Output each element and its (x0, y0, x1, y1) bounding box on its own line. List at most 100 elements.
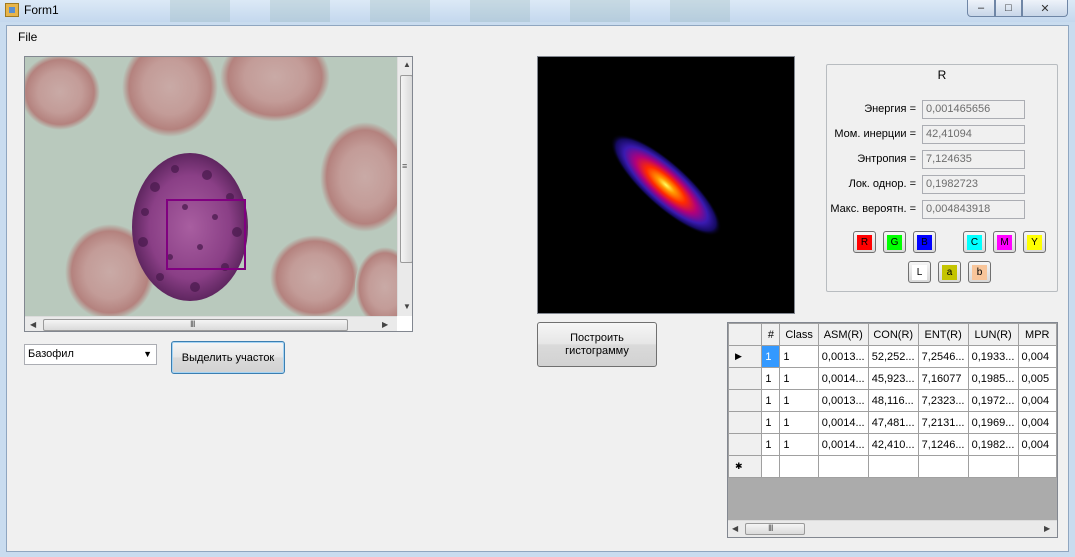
scroll-down-icon[interactable]: ▼ (403, 302, 411, 311)
table-cell[interactable]: 48,116... (867, 389, 919, 412)
feature-value-energy[interactable]: 0,001465656 (922, 100, 1025, 119)
maximize-button[interactable]: □ (995, 0, 1022, 17)
table-cell[interactable]: 7,16077 (917, 367, 969, 390)
menu-file[interactable]: File (18, 30, 37, 44)
table-cell[interactable] (779, 455, 819, 478)
table-cell[interactable]: 0,0014... (817, 367, 869, 390)
table-cell[interactable]: 1 (761, 433, 781, 456)
channel-l-button[interactable]: L (908, 261, 931, 283)
column-header[interactable]: MPR (1017, 323, 1057, 346)
features-data-grid[interactable]: # Class ASM(R) CON(R) ENT(R) LUN(R) MPR … (727, 322, 1058, 538)
table-cell[interactable]: 0,1985... (967, 367, 1019, 390)
scroll-right-icon[interactable]: ▶ (382, 320, 388, 329)
table-cell[interactable]: 7,2546... (917, 345, 969, 368)
feature-value-local-homogeneity[interactable]: 0,1982723 (922, 175, 1025, 194)
table-cell[interactable]: 7,2323... (917, 389, 969, 412)
feature-value-entropy[interactable]: 7,124635 (922, 150, 1025, 169)
row-header[interactable] (728, 433, 763, 456)
table-cell[interactable]: 0,004 (1017, 345, 1057, 368)
table-cell[interactable]: 0,005 (1017, 367, 1057, 390)
select-region-button[interactable]: Выделить участок (171, 341, 285, 374)
channel-c-button[interactable]: C (963, 231, 986, 253)
table-cell[interactable] (761, 455, 781, 478)
table-cell[interactable]: 1 (761, 345, 781, 368)
feature-label-energy: Энергия = (864, 103, 916, 115)
column-header[interactable]: ASM(R) (817, 323, 869, 346)
table-cell[interactable] (917, 455, 969, 478)
column-header[interactable]: Class (779, 323, 819, 346)
image-horizontal-scrollbar[interactable]: ◀ III ▶ (25, 316, 397, 331)
class-select[interactable]: Базофил ▼ (24, 344, 157, 365)
row-header[interactable] (728, 367, 763, 390)
minimize-button[interactable]: – (967, 0, 995, 17)
build-histogram-button[interactable]: Построить гистограмму (537, 322, 657, 367)
column-header[interactable]: ENT(R) (917, 323, 969, 346)
grid-scroll-thumb[interactable] (745, 523, 805, 535)
column-header[interactable]: # (761, 323, 781, 346)
channel-g-button[interactable]: G (883, 231, 906, 253)
channel-m-button[interactable]: M (993, 231, 1016, 253)
table-cell[interactable]: 1 (779, 411, 819, 434)
table-row[interactable]: 1 1 0,0014... 45,923... 7,16077 0,1985..… (728, 367, 1057, 390)
grid-scroll-right-icon[interactable]: ▶ (1044, 524, 1050, 533)
table-cell[interactable]: 7,1246... (917, 433, 969, 456)
table-row[interactable]: 1 1 0,0013... 48,116... 7,2323... 0,1972… (728, 389, 1057, 412)
channel-r-button[interactable]: R (853, 231, 876, 253)
feature-value-max-probability[interactable]: 0,004843918 (922, 200, 1025, 219)
table-cell[interactable]: 1 (779, 345, 819, 368)
table-cell[interactable]: 0,0014... (817, 433, 869, 456)
dropdown-arrow-icon[interactable]: ▼ (143, 349, 152, 359)
table-cell[interactable]: 0,004 (1017, 433, 1057, 456)
table-cell[interactable] (1017, 455, 1057, 478)
scroll-left-icon[interactable]: ◀ (30, 320, 36, 329)
table-cell[interactable]: 1 (761, 367, 781, 390)
table-cell[interactable] (967, 455, 1019, 478)
table-cell[interactable]: 47,481... (867, 411, 919, 434)
table-cell[interactable]: 1 (761, 389, 781, 412)
new-row[interactable]: ✱ (728, 455, 1057, 478)
table-cell[interactable]: 1 (779, 389, 819, 412)
grid-scroll-left-icon[interactable]: ◀ (732, 524, 738, 533)
table-cell[interactable]: 1 (779, 433, 819, 456)
table-cell[interactable]: 0,1933... (967, 345, 1019, 368)
horizontal-scroll-thumb[interactable] (43, 319, 348, 331)
close-button[interactable]: ✕ (1022, 0, 1068, 17)
table-row[interactable]: ▶ 1 1 0,0013... 52,252... 7,2546... 0,19… (728, 345, 1057, 368)
table-cell[interactable] (817, 455, 869, 478)
app-icon[interactable] (5, 3, 19, 17)
table-cell[interactable]: 45,923... (867, 367, 919, 390)
table-cell[interactable]: 1 (779, 367, 819, 390)
channel-y-button[interactable]: Y (1023, 231, 1046, 253)
table-cell[interactable]: 0,004 (1017, 389, 1057, 412)
column-header[interactable]: LUN(R) (967, 323, 1019, 346)
table-cell[interactable]: 0,004 (1017, 411, 1057, 434)
channel-a-button[interactable]: a (938, 261, 961, 283)
table-cell[interactable]: 0,1982... (967, 433, 1019, 456)
table-cell[interactable]: 1 (761, 411, 781, 434)
table-cell[interactable]: 0,0014... (817, 411, 869, 434)
current-row-icon[interactable]: ▶ (728, 345, 763, 368)
table-cell[interactable]: 7,2131... (917, 411, 969, 434)
new-row-icon[interactable]: ✱ (728, 455, 763, 478)
scroll-up-icon[interactable]: ▲ (403, 60, 411, 69)
column-header[interactable]: CON(R) (867, 323, 919, 346)
grid-horizontal-scrollbar[interactable]: ◀ III ▶ (728, 520, 1057, 537)
table-row[interactable]: 1 1 0,0014... 42,410... 7,1246... 0,1982… (728, 433, 1057, 456)
table-cell[interactable]: 0,0013... (817, 389, 869, 412)
row-header[interactable] (728, 411, 763, 434)
table-cell[interactable]: 0,1972... (967, 389, 1019, 412)
table-cell[interactable]: 0,0013... (817, 345, 869, 368)
title-bar[interactable]: Form1 – □ ✕ (0, 0, 1075, 22)
table-cell[interactable] (867, 455, 919, 478)
blood-cell-image[interactable] (25, 57, 397, 316)
table-row[interactable]: 1 1 0,0014... 47,481... 7,2131... 0,1969… (728, 411, 1057, 434)
channel-b-lab-button[interactable]: b (968, 261, 991, 283)
table-cell[interactable]: 0,1969... (967, 411, 1019, 434)
image-panel[interactable]: ▲ ≡ ▼ ◀ III ▶ (24, 56, 413, 332)
table-cell[interactable]: 52,252... (867, 345, 919, 368)
feature-value-inertia[interactable]: 42,41094 (922, 125, 1025, 144)
image-vertical-scrollbar[interactable]: ▲ ≡ ▼ (397, 57, 412, 316)
table-cell[interactable]: 42,410... (867, 433, 919, 456)
row-header[interactable] (728, 389, 763, 412)
channel-b-button[interactable]: B (913, 231, 936, 253)
